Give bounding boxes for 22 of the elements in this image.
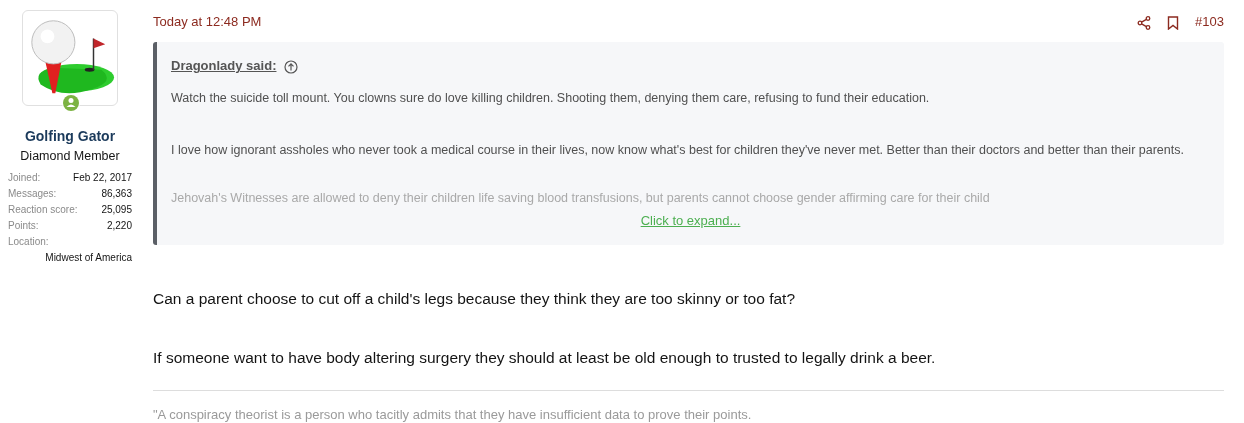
stat-value: Midwest of America [45, 250, 132, 265]
post-text: If someone want to have body altering surgery they should at least be old enough to trusted to legally drink a beer. [153, 348, 937, 369]
post-time[interactable]: Today at 12:48 PM [153, 12, 262, 32]
stat-value: 25,095 [101, 202, 132, 217]
stat-label: Location: [8, 234, 50, 249]
stat-label: Reaction score: [8, 202, 78, 217]
stat-label: Points: [8, 218, 39, 233]
stat-value: Feb 22, 2017 [73, 170, 132, 185]
quote-text: Watch the suicide toll mount. You clowns sure do love killing children. Shooting them, denying them care, refusing to fund their education. [171, 90, 931, 107]
golf-avatar-drawing[interactable] [22, 10, 118, 106]
signature-text: "A conspiracy theorist is a person who tacitly admits that they have insufficient data to prove their points. [153, 389, 1224, 423]
user-name[interactable]: Golfing Gator [6, 126, 134, 147]
stat-value: 2,220 [106, 218, 132, 233]
stat-label: Joined: [8, 170, 41, 185]
user-title: Diamond Member [19, 148, 121, 165]
quote-author-link[interactable]: Dragonlady said: [171, 56, 277, 76]
post-number-link[interactable]: #103 [1195, 12, 1224, 32]
stat-label: Messages: [8, 186, 57, 201]
quote-text: Jehovah's Witnesses are allowed to deny their children life saving blood transfusions, but parents cannot choose gender affirming care for their child [171, 190, 991, 206]
quote-text: I love how ignorant assholes who never took a medical course in their lives, now know what's best for children they've never met. Better than their doctors and better than their parents. [171, 142, 1185, 159]
post-text: Can a parent choose to cut off a child's legs because they think they are too skinny or too fat? [153, 289, 796, 309]
stat-value: 86,363 [101, 186, 132, 201]
